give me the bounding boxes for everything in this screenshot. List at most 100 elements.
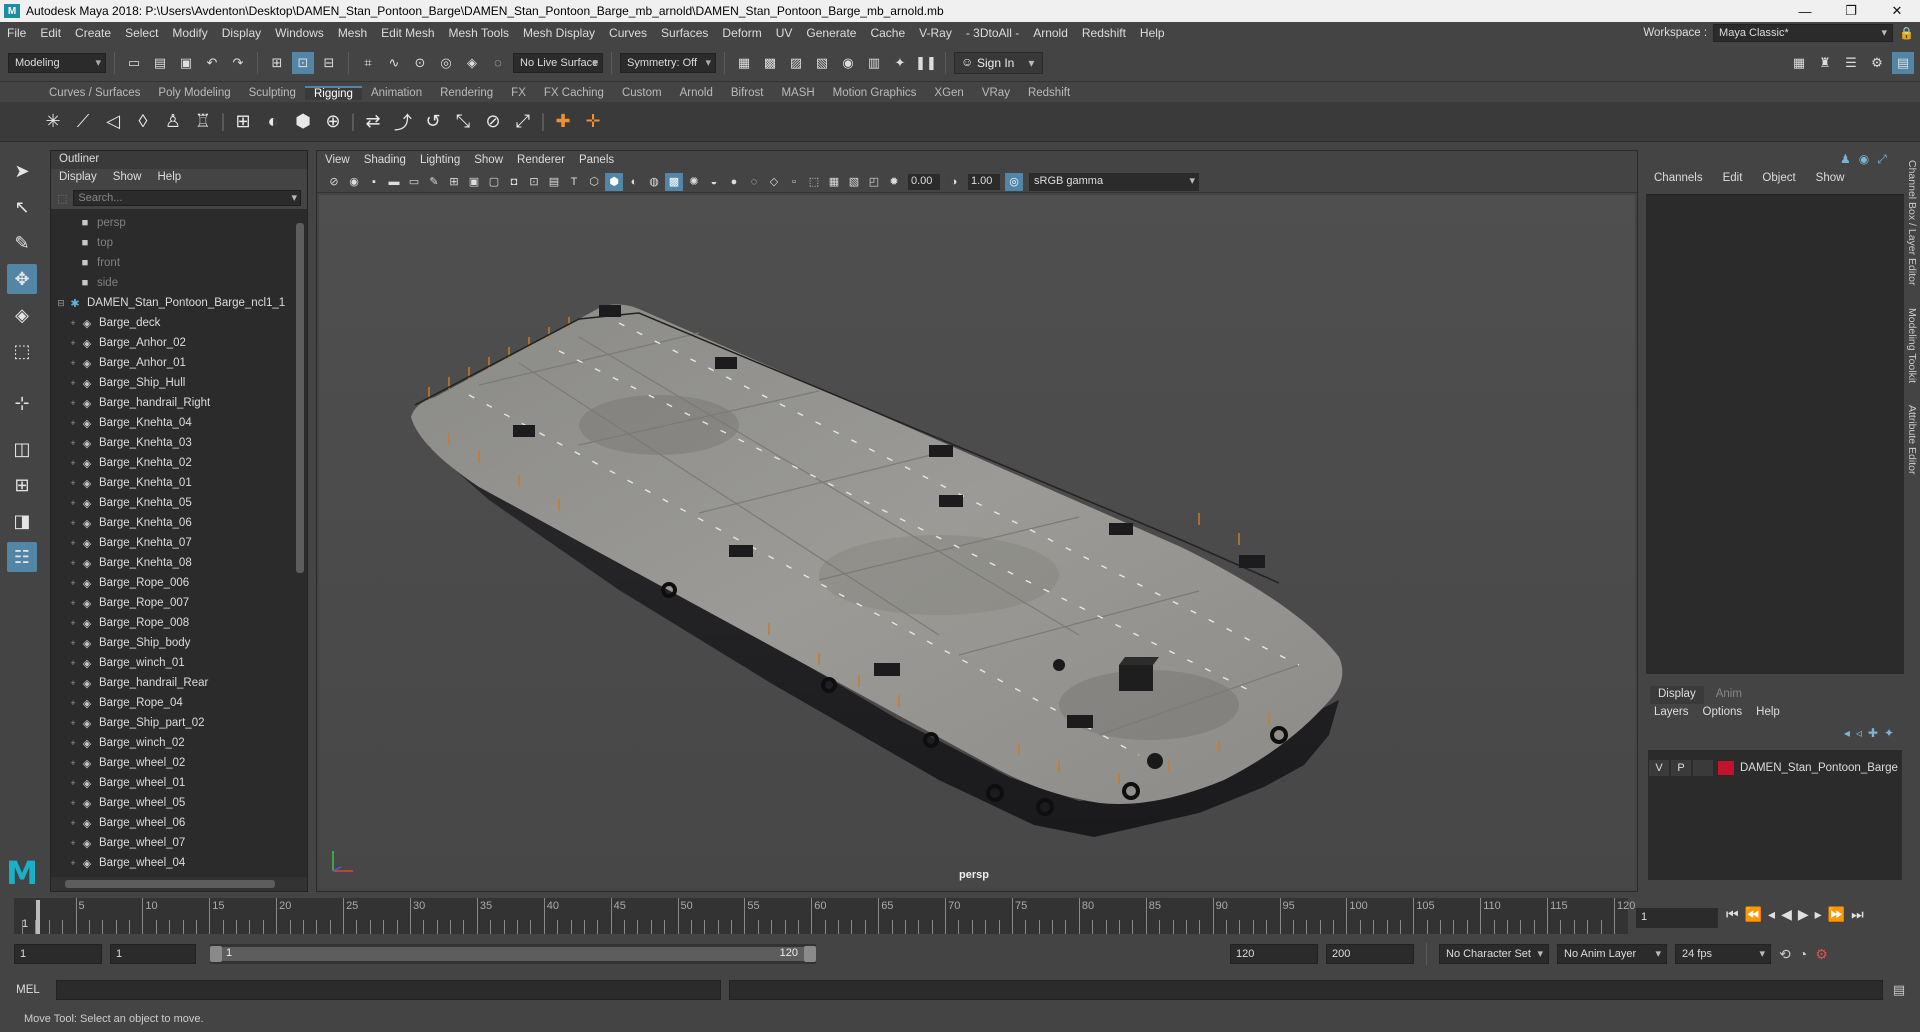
auto-key-icon[interactable]: ◔ (1799, 946, 1807, 962)
move-tool-icon[interactable]: ✥ (7, 264, 37, 294)
minimize-button[interactable]: — (1782, 0, 1828, 22)
snap-surface-icon[interactable]: ◈ (461, 52, 483, 74)
channel-box-area[interactable] (1646, 194, 1904, 674)
loop-icon[interactable]: ⟲ (1779, 946, 1791, 963)
channel-menu-channels[interactable]: Channels (1654, 172, 1703, 186)
outliner-vertical-scrollbar[interactable] (295, 213, 305, 873)
shelf-tab-redshift[interactable]: Redshift (1019, 87, 1079, 99)
select-object-icon[interactable]: ⊡ (292, 51, 314, 74)
expand-icon[interactable]: + (67, 418, 79, 428)
resolution-gate-icon[interactable]: ▢ (485, 173, 503, 191)
outliner-item[interactable]: + ◈ Barge_Ship_part_02 (51, 713, 295, 733)
outliner-item[interactable]: + ◈ Barge_Rope_008 (51, 613, 295, 633)
time-slider-track[interactable]: 1 5 10 15 20 25 30 35 40 45 50 55 60 65 70 75 80 85 90 95 1… (14, 898, 1635, 934)
camera-2d-pan-icon[interactable]: ▭ (405, 173, 423, 191)
outliner-search-input[interactable]: Search... (73, 190, 301, 206)
menu-curves[interactable]: Curves (602, 26, 654, 40)
layer-menu-options[interactable]: Options (1703, 706, 1743, 720)
depth-of-field-icon[interactable]: ▫ (785, 173, 803, 191)
expand-icon[interactable]: + (67, 698, 79, 708)
lattice-icon[interactable]: ⊕ (320, 109, 346, 135)
new-scene-icon[interactable]: ▭ (123, 52, 145, 74)
outliner-item[interactable]: + ◈ Barge_Rope_006 (51, 573, 295, 593)
live-surface-field[interactable]: No Live Surface (513, 52, 603, 73)
snap-grid-icon[interactable]: ⌗ (357, 52, 379, 74)
shelf-tab-fx-caching[interactable]: FX Caching (535, 87, 613, 99)
expand-icon[interactable]: + (67, 798, 79, 808)
menu-mesh[interactable]: Mesh (331, 26, 374, 40)
create-joints-icon[interactable]: ✳ (40, 109, 66, 135)
anti-aliasing-icon[interactable]: ◇ (765, 173, 783, 191)
current-time-indicator[interactable] (36, 900, 40, 934)
xray-components-icon[interactable]: ◰ (865, 173, 883, 191)
side-tab-attribute-editor[interactable]: Attribute Editor (1906, 405, 1918, 474)
outliner-item[interactable]: + ◈ Barge_Knehta_01 (51, 473, 295, 493)
menu-mesh-display[interactable]: Mesh Display (516, 26, 602, 40)
tool-settings-icon[interactable]: ⚙ (1866, 52, 1888, 74)
range-end-handle[interactable] (804, 946, 816, 962)
menu-redshift[interactable]: Redshift (1075, 26, 1133, 40)
layer-playback-toggle[interactable]: P (1670, 759, 1692, 777)
pole-vector-icon[interactable]: ⤢ (510, 109, 536, 135)
outliner-item[interactable]: + ◈ Barge_Rope_04 (51, 693, 295, 713)
expand-icon[interactable]: + (67, 438, 79, 448)
outliner-item[interactable]: + ◈ Barge_Knehta_06 (51, 513, 295, 533)
expand-icon[interactable]: + (67, 598, 79, 608)
menu-arnold[interactable]: Arnold (1026, 26, 1075, 40)
wireframe-on-shaded-icon[interactable]: ◍ (645, 173, 663, 191)
two-view-layout-icon[interactable]: ◨ (7, 506, 37, 536)
grid-icon[interactable]: ⊞ (445, 173, 463, 191)
shelf-tab-arnold[interactable]: Arnold (671, 87, 722, 99)
viewport-menu-panels[interactable]: Panels (579, 154, 614, 168)
float-panel-icon[interactable]: ⤢ (1877, 152, 1887, 167)
default-material-icon[interactable]: ◐ (625, 173, 643, 191)
shelf-tab-bifrost[interactable]: Bifrost (722, 87, 773, 99)
ik-handle-icon[interactable]: ◊ (130, 109, 156, 135)
channel-box-icon[interactable]: ♟ (1840, 152, 1851, 167)
paint-select-icon[interactable]: ✎ (7, 228, 37, 258)
outliner-item[interactable]: + ◈ Barge_wheel_06 (51, 813, 295, 833)
expand-icon[interactable]: + (67, 658, 79, 668)
attribute-editor-icon[interactable]: ☰ (1840, 52, 1862, 74)
locator-icon[interactable]: ✚ (550, 109, 576, 135)
new-layer-selected-icon[interactable]: ✦ (1884, 726, 1894, 746)
menu-edit-mesh[interactable]: Edit Mesh (374, 26, 441, 40)
snap-curve-icon[interactable]: ∿ (383, 52, 405, 74)
exposure-icon[interactable]: ✹ (885, 173, 903, 191)
wireframe-icon[interactable]: ⬡ (585, 173, 603, 191)
expand-icon[interactable]: + (67, 478, 79, 488)
shelf-tab-sculpting[interactable]: Sculpting (240, 87, 305, 99)
attribute-icon[interactable]: ◉ (1859, 152, 1869, 167)
script-language-toggle[interactable]: MEL (0, 984, 56, 996)
outliner-item[interactable]: + ◈ Barge_winch_02 (51, 733, 295, 753)
expand-icon[interactable]: + (67, 518, 79, 528)
step-back-frame-icon[interactable]: ◂ (1768, 906, 1775, 923)
menu-uv[interactable]: UV (769, 26, 800, 40)
outliner-menu-show[interactable]: Show (113, 171, 142, 185)
outliner-item[interactable]: + ◈ Barge_wheel_05 (51, 793, 295, 813)
side-tab-channel-box[interactable]: Channel Box / Layer Editor (1906, 160, 1918, 286)
outliner-camera-persp[interactable]: ■ persp (51, 213, 295, 233)
orient-constraint-icon[interactable]: ↺ (420, 109, 446, 135)
isolate-select-icon[interactable]: ⬚ (805, 173, 823, 191)
outliner-item[interactable]: + ◈ Barge_Knehta_04 (51, 413, 295, 433)
menu-help[interactable]: Help (1133, 26, 1172, 40)
playback-range-bar[interactable]: 1 120 (210, 944, 816, 964)
shelf-tab-motion-graphics[interactable]: Motion Graphics (824, 87, 926, 99)
shelf-tab-poly-modeling[interactable]: Poly Modeling (149, 87, 239, 99)
scroll-thumb[interactable] (65, 880, 275, 888)
move-layer-up-icon[interactable]: ◂ (1844, 726, 1850, 746)
shelf-tab-fx[interactable]: FX (502, 87, 535, 99)
3d-viewport[interactable]: persp (319, 195, 1635, 889)
outliner-item[interactable]: + ◈ Barge_Ship_body (51, 633, 295, 653)
select-component-icon[interactable]: ⊟ (318, 52, 340, 74)
outliner-item[interactable]: + ◈ Barge_Knehta_05 (51, 493, 295, 513)
expand-icon[interactable]: + (67, 678, 79, 688)
sign-in-button[interactable]: Sign In (954, 51, 1044, 74)
expand-icon[interactable]: + (67, 578, 79, 588)
modeling-toolkit-icon[interactable]: ▦ (1788, 52, 1810, 74)
go-to-start-icon[interactable]: ⏮ (1726, 906, 1739, 923)
outliner-item[interactable]: + ◈ Barge_Knehta_03 (51, 433, 295, 453)
single-layout-icon[interactable]: ◫ (7, 434, 37, 464)
redo-icon[interactable]: ↷ (227, 52, 249, 74)
